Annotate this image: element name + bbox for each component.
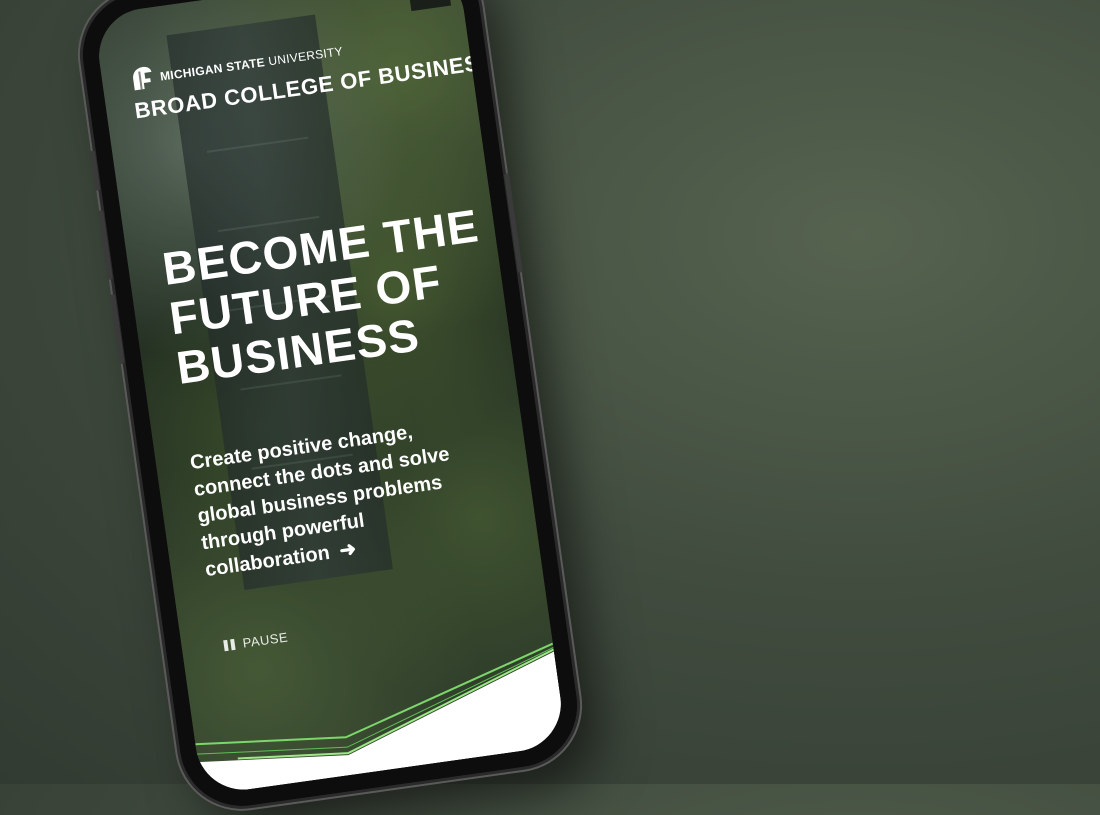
phone-screen: ☰ MICHIGAN STATE UNIVERSITY BROAD COLLEG… — [92, 0, 568, 796]
spartan-helmet-icon — [133, 66, 152, 91]
hamburger-icon: ☰ — [420, 0, 437, 2]
phone-mockup: ☰ MICHIGAN STATE UNIVERSITY BROAD COLLEG… — [74, 0, 586, 814]
university-name-bold: MICHIGAN STATE — [159, 55, 266, 84]
pause-icon — [223, 638, 236, 652]
arrow-right-icon: ➜ — [337, 538, 358, 563]
university-name-light: UNIVERSITY — [267, 44, 344, 69]
